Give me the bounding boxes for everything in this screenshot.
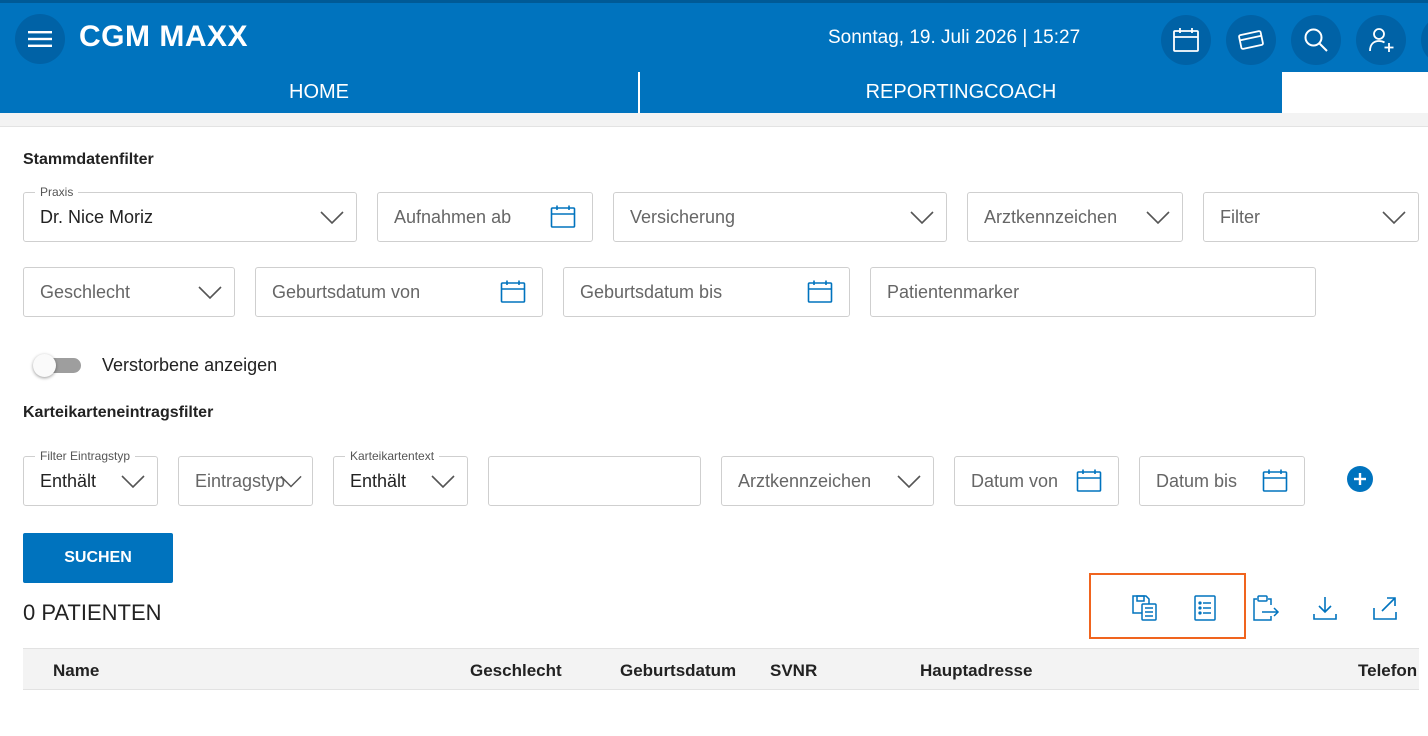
- save-list-icon: [1132, 595, 1157, 621]
- card-button[interactable]: [1226, 15, 1276, 65]
- datum-bis-field[interactable]: Datum bis: [1139, 456, 1305, 506]
- filter-eintragstyp-value: Enthält: [40, 471, 97, 491]
- calendar-icon[interactable]: [1076, 469, 1102, 493]
- filter-eintragstyp-select[interactable]: Filter Eintragstyp Enthält: [23, 449, 158, 506]
- versicherung-placeholder: Versicherung: [630, 207, 736, 227]
- result-count: 0 PATIENTEN: [23, 600, 162, 625]
- praxis-label: Praxis: [35, 185, 79, 199]
- chevron-down-icon: [320, 211, 344, 225]
- chevron-down-icon: [1146, 211, 1170, 225]
- geburtsdatum-bis-placeholder: Geburtsdatum bis: [580, 282, 723, 302]
- kartei-title: Karteikarteneintragsfilter: [23, 404, 214, 421]
- list-icon: [1194, 595, 1216, 621]
- filter-placeholder: Filter: [1220, 207, 1260, 227]
- column-header-svnr[interactable]: SVNR: [770, 661, 817, 681]
- main-tabs: HOME REPORTINGCOACH: [0, 72, 1282, 113]
- eintragstyp-placeholder: Eintragstyp: [195, 471, 286, 491]
- column-header-geburtsdatum[interactable]: Geburtsdatum: [620, 661, 736, 681]
- calendar-icon[interactable]: [1262, 469, 1288, 493]
- chevron-down-icon: [198, 286, 222, 300]
- clipboard-export-icon: [1253, 595, 1280, 621]
- list-view-button[interactable]: [1189, 592, 1221, 624]
- menu-button[interactable]: [15, 14, 65, 64]
- geburtsdatum-von-placeholder: Geburtsdatum von: [272, 282, 421, 302]
- download-icon: [1313, 597, 1337, 620]
- brand-logo: CGM MAXX: [79, 20, 248, 53]
- chevron-down-icon: [910, 211, 934, 225]
- column-header-geschlecht[interactable]: Geschlecht: [470, 661, 562, 681]
- geburtsdatum-von-field[interactable]: Geburtsdatum von: [255, 267, 543, 317]
- save-list-button[interactable]: [1129, 592, 1161, 624]
- patientenmarker-placeholder: Patientenmarker: [887, 282, 1020, 302]
- versicherung-select[interactable]: Versicherung: [613, 192, 947, 242]
- verstorbene-toggle-label: Verstorbene anzeigen: [102, 355, 278, 375]
- calendar-icon[interactable]: [807, 280, 833, 304]
- calendar-icon[interactable]: [500, 280, 526, 304]
- highlight-box: [1089, 573, 1246, 639]
- share-icon: [1373, 597, 1397, 620]
- header-datetime: Sonntag, 19. Juli 2026 | 15:27: [828, 27, 1081, 48]
- column-header-name[interactable]: Name: [53, 661, 99, 681]
- calendar-button[interactable]: [1161, 15, 1211, 65]
- verstorbene-toggle-knob[interactable]: [33, 354, 56, 377]
- tab-home[interactable]: HOME: [0, 72, 638, 113]
- geschlecht-select[interactable]: Geschlecht: [23, 267, 235, 317]
- karteikartentext-input[interactable]: [488, 456, 701, 506]
- stammdaten-title: Stammdatenfilter: [23, 151, 154, 168]
- kartei-arztkennzeichen-placeholder: Arztkennzeichen: [738, 471, 872, 491]
- top-bar: CGM MAXX Sonntag, 19. Juli 2026 | 15:27: [0, 0, 1428, 72]
- chevron-down-icon: [897, 475, 921, 489]
- chevron-down-icon: [280, 475, 302, 488]
- search-button[interactable]: SUCHEN: [23, 533, 173, 583]
- chevron-down-icon: [1382, 211, 1406, 225]
- karteikartentext-value: Enthält: [350, 471, 407, 491]
- more-header-button[interactable]: [1421, 15, 1428, 65]
- geschlecht-placeholder: Geschlecht: [40, 282, 131, 302]
- column-header-telefon[interactable]: Telefon: [1358, 661, 1417, 681]
- plus-icon: [1354, 473, 1366, 485]
- aufnahmen-ab-field[interactable]: Aufnahmen ab: [377, 192, 593, 242]
- datum-von-field[interactable]: Datum von: [954, 456, 1119, 506]
- praxis-value: Dr. Nice Moriz: [40, 207, 154, 227]
- menu-icon: [28, 31, 52, 47]
- karteikartentext-select[interactable]: Karteikartentext Enthält: [333, 449, 468, 506]
- column-header-hauptadresse[interactable]: Hauptadresse: [920, 661, 1032, 681]
- download-button[interactable]: [1309, 592, 1341, 624]
- calendar-icon: [1173, 28, 1199, 52]
- add-person-icon: [1369, 28, 1394, 52]
- add-patient-button[interactable]: [1356, 15, 1406, 65]
- search-icon: [1304, 28, 1328, 52]
- kartei-arztkennzeichen-select[interactable]: Arztkennzeichen: [721, 456, 934, 506]
- eintragstyp-select[interactable]: Eintragstyp: [178, 456, 313, 506]
- clipboard-export-button[interactable]: [1249, 592, 1281, 624]
- add-filter-button[interactable]: [1347, 466, 1373, 492]
- patientenmarker-field[interactable]: Patientenmarker: [870, 267, 1316, 317]
- tab-reportingcoach[interactable]: REPORTINGCOACH: [640, 72, 1282, 113]
- tab-divider: [0, 113, 1428, 127]
- arztkennzeichen-placeholder: Arztkennzeichen: [984, 207, 1118, 227]
- geburtsdatum-bis-field[interactable]: Geburtsdatum bis: [563, 267, 850, 317]
- arztkennzeichen-select[interactable]: Arztkennzeichen: [967, 192, 1183, 242]
- filter-select[interactable]: Filter: [1203, 192, 1419, 242]
- card-icon: [1238, 30, 1264, 50]
- filter-eintragstyp-label: Filter Eintragstyp: [35, 449, 136, 463]
- praxis-select[interactable]: Praxis Dr. Nice Moriz: [23, 185, 357, 242]
- aufnahmen-ab-placeholder: Aufnahmen ab: [394, 207, 512, 227]
- share-button[interactable]: [1369, 592, 1401, 624]
- table-header: Name Geschlecht Geburtsdatum SVNR Haupta…: [23, 648, 1419, 690]
- datum-bis-placeholder: Datum bis: [1156, 471, 1238, 491]
- search-header-button[interactable]: [1291, 15, 1341, 65]
- datum-von-placeholder: Datum von: [971, 471, 1059, 491]
- chevron-down-icon: [121, 475, 145, 489]
- calendar-icon[interactable]: [550, 205, 576, 229]
- karteikartentext-label: Karteikartentext: [345, 449, 440, 463]
- chevron-down-icon: [431, 475, 455, 489]
